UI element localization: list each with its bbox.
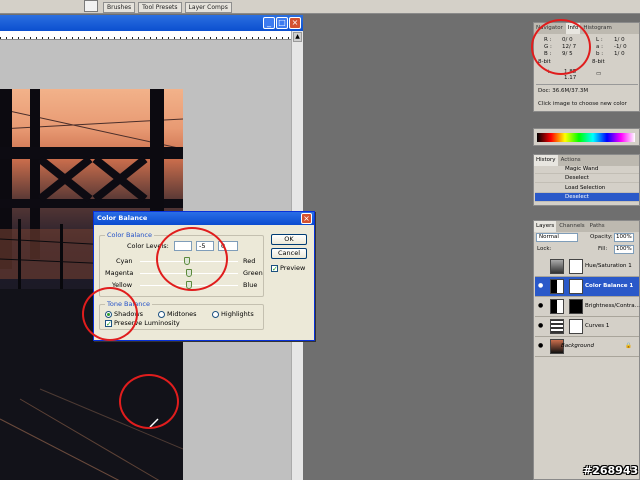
eye-icon[interactable]: ● [538, 302, 545, 309]
info-a-value: -1/ 0 [614, 44, 627, 50]
ok-button[interactable]: OK [271, 234, 307, 245]
dialog-title[interactable]: Color Balance [94, 212, 314, 225]
blend-mode-select[interactable]: Normal [536, 233, 578, 242]
opacity-label: Opacity: [590, 234, 613, 240]
layers-panel: Layers Channels Paths Normal Opacity: 10… [533, 220, 640, 480]
eye-icon[interactable]: ● [538, 342, 545, 349]
minimize-icon[interactable]: _ [263, 17, 275, 29]
watermark: #268943 [583, 464, 639, 477]
info-l-value: 1/ 0 [614, 37, 625, 43]
info-bit-right: 8-bit [592, 59, 605, 65]
history-item[interactable]: Magic Wand [535, 165, 639, 174]
highlights-label: Highlights [221, 310, 254, 318]
eye-icon[interactable]: ● [538, 282, 545, 289]
layer-name: Color Balance 1 [585, 283, 634, 289]
highlights-radio[interactable] [212, 311, 219, 318]
close-icon[interactable]: × [301, 213, 312, 224]
info-bb-label: b : [596, 51, 604, 57]
lock-icon: 🔒 [625, 343, 632, 349]
info-bb-value: 1/ 0 [614, 51, 625, 57]
color-balance-section-label: Color Balance [105, 231, 154, 239]
annotation-circle-image-detail [119, 374, 179, 429]
document-titlebar[interactable]: _ □ × [0, 15, 303, 31]
slider-right-red: Red [243, 257, 256, 265]
tab-layers[interactable]: Layers [534, 221, 557, 232]
adjustment-thumb-icon [550, 279, 564, 294]
tab-layer-comps[interactable]: Layer Comps [184, 2, 232, 13]
info-l-label: L : [596, 37, 603, 43]
fill-field[interactable]: 100% [614, 245, 634, 254]
layer-mask-thumb [569, 299, 583, 314]
close-icon[interactable]: × [289, 17, 301, 29]
history-panel: History Actions Magic Wand Deselect Load… [533, 154, 640, 206]
info-hint: Click image to choose new color [538, 101, 627, 107]
layer-mask-thumb [569, 259, 583, 274]
doc-size: Doc: 36.6M/37.3M [538, 88, 589, 94]
annotation-circle-info-panel [531, 19, 591, 75]
annotation-circle-color-levels [156, 227, 228, 291]
layer-row-selected[interactable]: ● Color Balance 1 [535, 277, 639, 297]
tab-paths[interactable]: Paths [588, 221, 607, 232]
color-ramp[interactable] [537, 133, 635, 142]
layer-row[interactable]: ● Background 🔒 [535, 337, 639, 357]
preview-checkbox[interactable]: ✓ [271, 265, 278, 273]
slider-right-blue: Blue [243, 281, 258, 289]
annotation-circle-tone-balance [82, 287, 138, 341]
adjustment-thumb-icon [550, 299, 564, 314]
layer-name: Background [561, 343, 594, 349]
palette-well-icon[interactable] [84, 0, 98, 12]
layer-name: Curves 1 [585, 323, 610, 329]
curves-thumb-icon [550, 319, 564, 334]
tab-brushes[interactable]: Brushes [103, 2, 136, 13]
layer-name: Brightness/Contra... [585, 303, 640, 309]
info-divider [536, 84, 638, 85]
maximize-icon[interactable]: □ [276, 17, 288, 29]
layer-row[interactable]: ● Brightness/Contra... [535, 297, 640, 317]
swatch-panel [533, 128, 640, 146]
layer-mask-thumb [569, 319, 583, 334]
layer-name: Hue/Saturation 1 [585, 263, 632, 269]
slider-left-magenta: Magenta [105, 269, 134, 277]
slider-left-cyan: Cyan [116, 257, 133, 265]
cancel-button[interactable]: Cancel [271, 248, 307, 259]
selection-size-icon: ▭ [596, 71, 602, 77]
midtones-label: Midtones [167, 310, 197, 318]
tab-tool-presets[interactable]: Tool Presets [138, 2, 182, 13]
info-a-label: a : [596, 44, 603, 50]
info-y-value: 1.17 [564, 75, 577, 81]
palette-well: Brushes Tool Presets Layer Comps [103, 2, 232, 13]
options-bar: Brushes Tool Presets Layer Comps [0, 0, 640, 14]
slider-right-green: Green [243, 269, 263, 277]
history-item-selected[interactable]: Deselect [535, 193, 639, 202]
layer-mask-thumb [569, 279, 583, 294]
fill-label: Fill: [598, 246, 608, 252]
adjustment-thumb-icon [550, 259, 564, 274]
layer-row[interactable]: Hue/Saturation 1 [535, 257, 639, 277]
layers-panel-tabs: Layers Channels Paths [534, 221, 639, 232]
tab-channels[interactable]: Channels [557, 221, 586, 232]
opacity-field[interactable]: 100% [614, 233, 634, 242]
history-item[interactable]: Load Selection [535, 184, 639, 193]
horizontal-ruler [0, 31, 291, 40]
eye-icon[interactable]: ● [538, 322, 545, 329]
preview-label: Preview [280, 264, 306, 272]
midtones-radio[interactable] [158, 311, 165, 318]
history-item[interactable]: Deselect [535, 174, 639, 183]
lock-label: Lock: [537, 246, 552, 252]
scroll-up-icon[interactable]: ▲ [293, 32, 302, 42]
layer-row[interactable]: ● Curves 1 [535, 317, 639, 337]
visibility-icon[interactable] [538, 262, 545, 269]
